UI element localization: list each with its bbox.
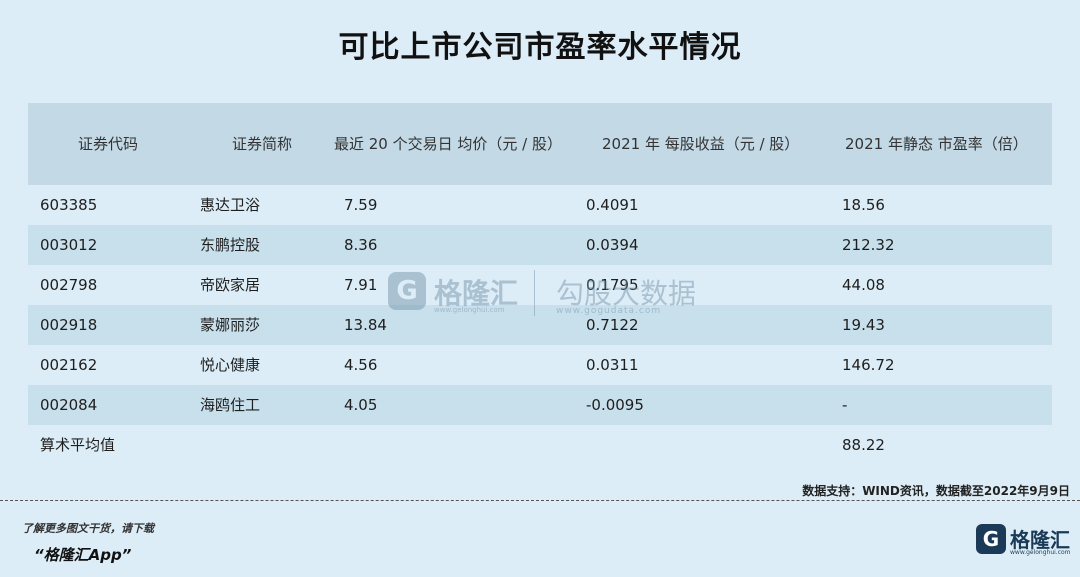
cell-pe: 19.43 [842,316,885,334]
cell-code: 002798 [40,276,98,294]
cell-code: 002162 [40,356,98,374]
cell-name: 蒙娜丽莎 [200,316,261,334]
cell-pe: - [842,396,848,414]
cell-eps: 0.0394 [586,236,639,254]
dashed-divider [0,500,1080,501]
average-label: 算术平均值 [40,436,116,454]
table-header: 证券代码 证券简称 最近 20 个交易日 均价（元 / 股） 2021 年 每股… [28,103,1052,185]
data-source-note: 数据支持：WIND资讯，数据截至2022年9月9日 [802,484,1070,498]
cell-price: 7.91 [344,276,378,294]
header-stock-name: 证券简称 [232,135,293,153]
cell-price: 4.56 [344,356,378,374]
cell-price: 4.05 [344,396,378,414]
table-row: 003012 东鹏控股 8.36 0.0394 212.32 [28,225,1052,265]
cell-name: 惠达卫浴 [200,196,261,214]
table-row: 002162 悦心健康 4.56 0.0311 146.72 [28,345,1052,385]
watermark-divider [534,270,535,316]
brand-url: www.gelonghui.com [1010,549,1071,556]
promo-text: 了解更多图文干货，请下载 [22,522,154,535]
header-pe-ratio: 2021 年静态 市盈率（倍） [845,135,1028,153]
cell-name: 东鹏控股 [200,236,261,254]
header-stock-code: 证券代码 [78,135,139,153]
promo-app-name: “格隆汇App” [34,546,132,564]
cell-name: 悦心健康 [200,356,261,374]
header-eps: 2021 年 每股收益（元 / 股） [602,135,800,153]
table-row: 002084 海鸥住工 4.05 -0.0095 - [28,385,1052,425]
cell-pe: 18.56 [842,196,885,214]
cell-code: 603385 [40,196,98,214]
average-row: 算术平均值 88.22 [28,425,1052,465]
cell-name: 海鸥住工 [200,396,261,414]
header-avg-price: 最近 20 个交易日 均价（元 / 股） [334,135,562,153]
watermark: G 格隆汇 www.gelonghui.com 勾股大数据 www.goguda… [388,268,708,320]
cell-code: 002918 [40,316,98,334]
table-row: 603385 惠达卫浴 7.59 0.4091 18.56 [28,185,1052,225]
gelonghui-logo-icon: G [388,272,426,310]
cell-pe: 44.08 [842,276,885,294]
cell-price: 8.36 [344,236,378,254]
cell-price: 7.59 [344,196,378,214]
cell-pe: 146.72 [842,356,895,374]
cell-price: 13.84 [344,316,387,334]
average-value: 88.22 [842,436,885,454]
cell-eps: -0.0095 [586,396,644,414]
cell-pe: 212.32 [842,236,895,254]
cell-code: 002084 [40,396,98,414]
cell-code: 003012 [40,236,98,254]
gelonghui-logo-icon: G [976,524,1006,554]
watermark-url: www.gelonghui.com [434,306,505,314]
cell-eps: 0.4091 [586,196,639,214]
cell-eps: 0.0311 [586,356,639,374]
footer-brand: G 格隆汇 www.gelonghui.com [976,524,1076,558]
page-title: 可比上市公司市盈率水平情况 [338,30,742,65]
watermark-url2: www.gogudata.com [556,306,662,316]
cell-name: 帝欧家居 [200,276,261,294]
